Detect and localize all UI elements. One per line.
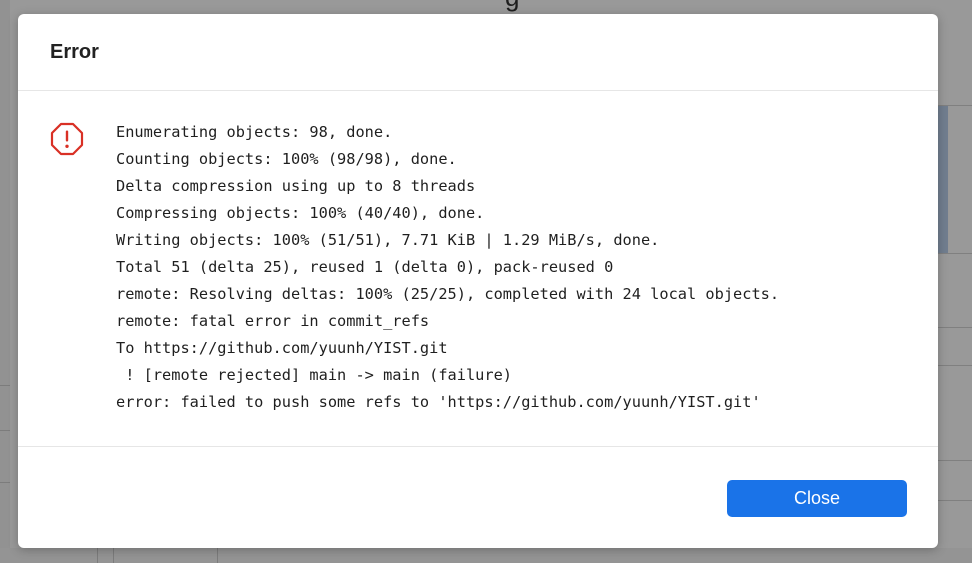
log-line: error: failed to push some refs to 'http…	[116, 393, 761, 411]
dialog-body: Enumerating objects: 98, done. Counting …	[18, 91, 938, 446]
error-dialog: Error Enumerating objects: 98, done. Cou…	[18, 14, 938, 548]
log-line: remote: Resolving deltas: 100% (25/25), …	[116, 285, 780, 303]
error-octagon-icon	[50, 122, 84, 156]
error-log: Enumerating objects: 98, done. Counting …	[116, 119, 779, 416]
log-line: Writing objects: 100% (51/51), 7.71 KiB …	[116, 231, 660, 249]
log-line: Compressing objects: 100% (40/40), done.	[116, 204, 485, 222]
log-line: Delta compression using up to 8 threads	[116, 177, 476, 195]
dialog-header: Error	[18, 14, 938, 91]
log-line: To https://github.com/yuunh/YIST.git	[116, 339, 448, 357]
log-line: Total 51 (delta 25), reused 1 (delta 0),…	[116, 258, 614, 276]
log-line: Enumerating objects: 98, done.	[116, 123, 393, 141]
log-line: Counting objects: 100% (98/98), done.	[116, 150, 457, 168]
dialog-footer: Close	[18, 446, 938, 549]
dialog-title: Error	[50, 41, 99, 63]
log-line: remote: fatal error in commit_refs	[116, 312, 430, 330]
close-button[interactable]: Close	[727, 480, 907, 517]
log-line: ! [remote rejected] main -> main (failur…	[116, 366, 513, 384]
